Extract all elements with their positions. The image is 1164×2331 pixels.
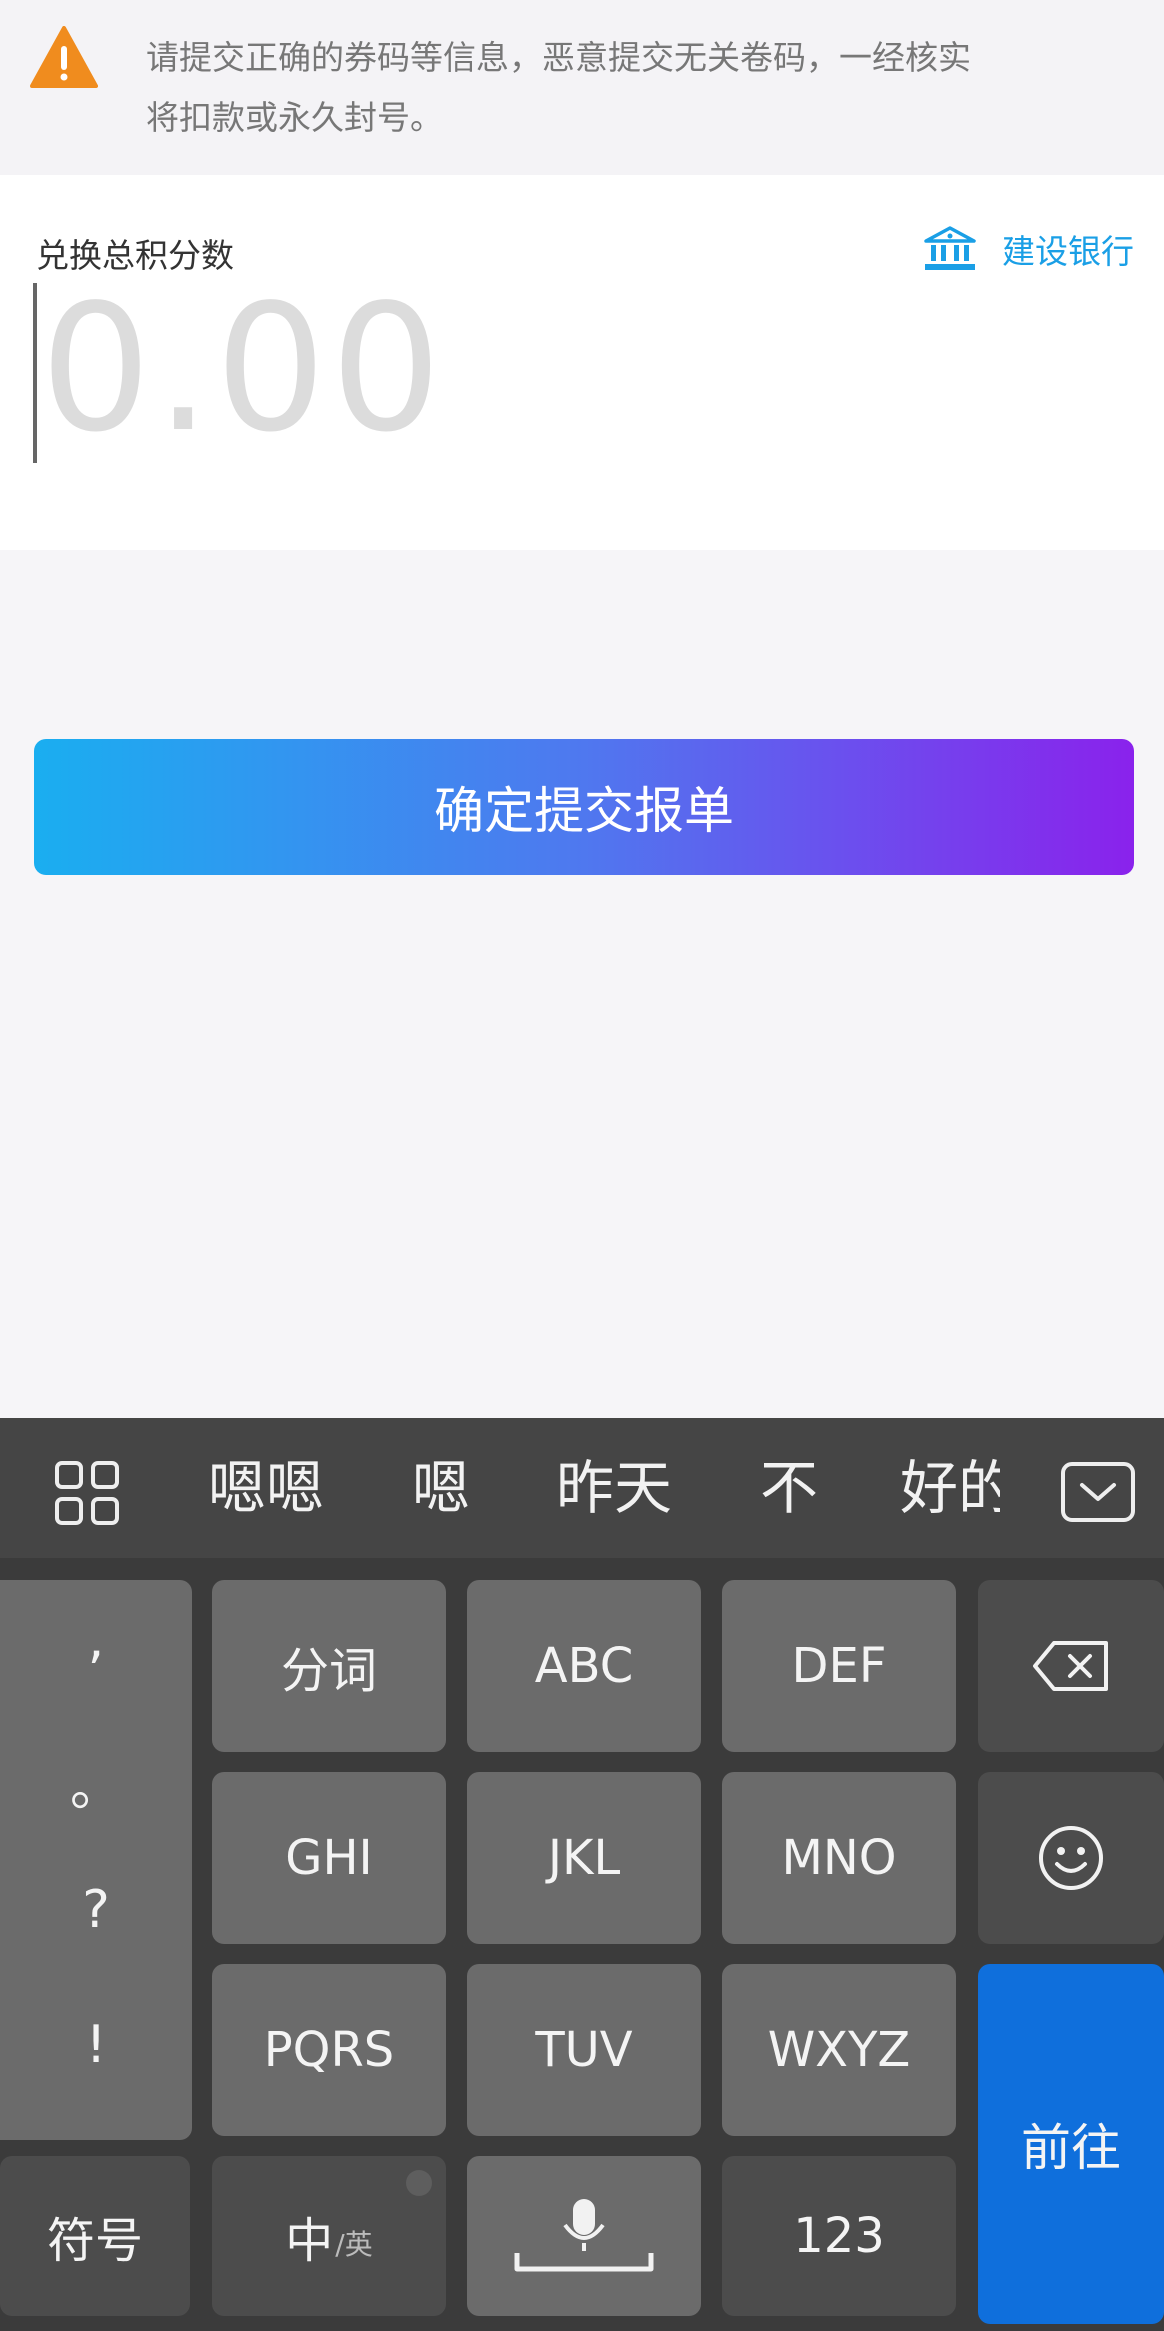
- notice-line-1: 请提交正确的券码等信息，恶意提交无关卷码，一经核实: [146, 38, 971, 77]
- key-ghi[interactable]: GHI: [212, 1772, 446, 1944]
- key-pqrs[interactable]: PQRS: [212, 1964, 446, 2136]
- numbers-key[interactable]: 123: [722, 2156, 956, 2316]
- candidate-2[interactable]: 嗯: [412, 1453, 470, 1523]
- points-card: 兑换总积分数 建设银行 0.00: [0, 175, 1164, 550]
- punct-question-key[interactable]: ?: [0, 1880, 192, 1940]
- candidate-4[interactable]: 不: [760, 1453, 818, 1523]
- points-input[interactable]: 0.00: [40, 280, 446, 460]
- punct-exclaim-key[interactable]: !: [0, 2015, 192, 2075]
- text-cursor: [33, 283, 37, 463]
- ime-keyboard: 嗯嗯 嗯 昨天 不 好的 , 。 ? ! 分词 ABC DEF GHI JKL …: [0, 1418, 1164, 2331]
- warning-triangle-icon: [30, 26, 98, 88]
- candidate-3[interactable]: 昨天: [556, 1453, 672, 1523]
- punct-comma-key[interactable]: ,: [0, 1610, 192, 1670]
- bank-name: 建设银行: [1002, 232, 1134, 271]
- key-tuv[interactable]: TUV: [467, 1964, 701, 2136]
- backspace-key[interactable]: [978, 1580, 1164, 1752]
- candidate-bar: 嗯嗯 嗯 昨天 不 好的: [0, 1418, 1164, 1558]
- punctuation-column: , 。 ? !: [0, 1580, 192, 2140]
- bank-icon: [924, 226, 976, 270]
- microphone-icon: [514, 2199, 654, 2272]
- warning-notice: 请提交正确的券码等信息，恶意提交无关卷码，一经核实 将扣款或永久封号。: [0, 0, 1164, 175]
- go-key[interactable]: 前往: [978, 1964, 1164, 2324]
- candidate-1[interactable]: 嗯嗯: [208, 1453, 324, 1523]
- backspace-icon: [1033, 1641, 1108, 1691]
- submit-button[interactable]: 确定提交报单: [34, 739, 1134, 875]
- mode-indicator-dot: [406, 2170, 432, 2196]
- notice-line-2: 将扣款或永久封号。: [146, 98, 443, 137]
- bank-selector[interactable]: 建设银行: [922, 225, 1134, 273]
- candidate-5[interactable]: 好的: [900, 1453, 1000, 1523]
- symbols-key[interactable]: 符号: [0, 2156, 190, 2316]
- key-def[interactable]: DEF: [722, 1580, 956, 1752]
- hide-keyboard-icon[interactable]: [1060, 1461, 1136, 1523]
- lang-zh-label: 中: [285, 2213, 334, 2269]
- emoji-icon: [1039, 1826, 1103, 1890]
- grid-menu-icon[interactable]: [54, 1460, 120, 1526]
- key-jkl[interactable]: JKL: [467, 1772, 701, 1944]
- key-mno[interactable]: MNO: [722, 1772, 956, 1944]
- key-fenci[interactable]: 分词: [212, 1580, 446, 1752]
- emoji-key[interactable]: [978, 1772, 1164, 1944]
- notice-text: 请提交正确的券码等信息，恶意提交无关卷码，一经核实 将扣款或永久封号。: [146, 28, 1136, 148]
- language-toggle-key[interactable]: 中 /英: [212, 2156, 446, 2316]
- key-wxyz[interactable]: WXYZ: [722, 1964, 956, 2136]
- lang-en-label: /英: [335, 2228, 373, 2261]
- punct-period-key[interactable]: 。: [0, 1745, 192, 1820]
- space-voice-key[interactable]: [467, 2156, 701, 2316]
- key-abc[interactable]: ABC: [467, 1580, 701, 1752]
